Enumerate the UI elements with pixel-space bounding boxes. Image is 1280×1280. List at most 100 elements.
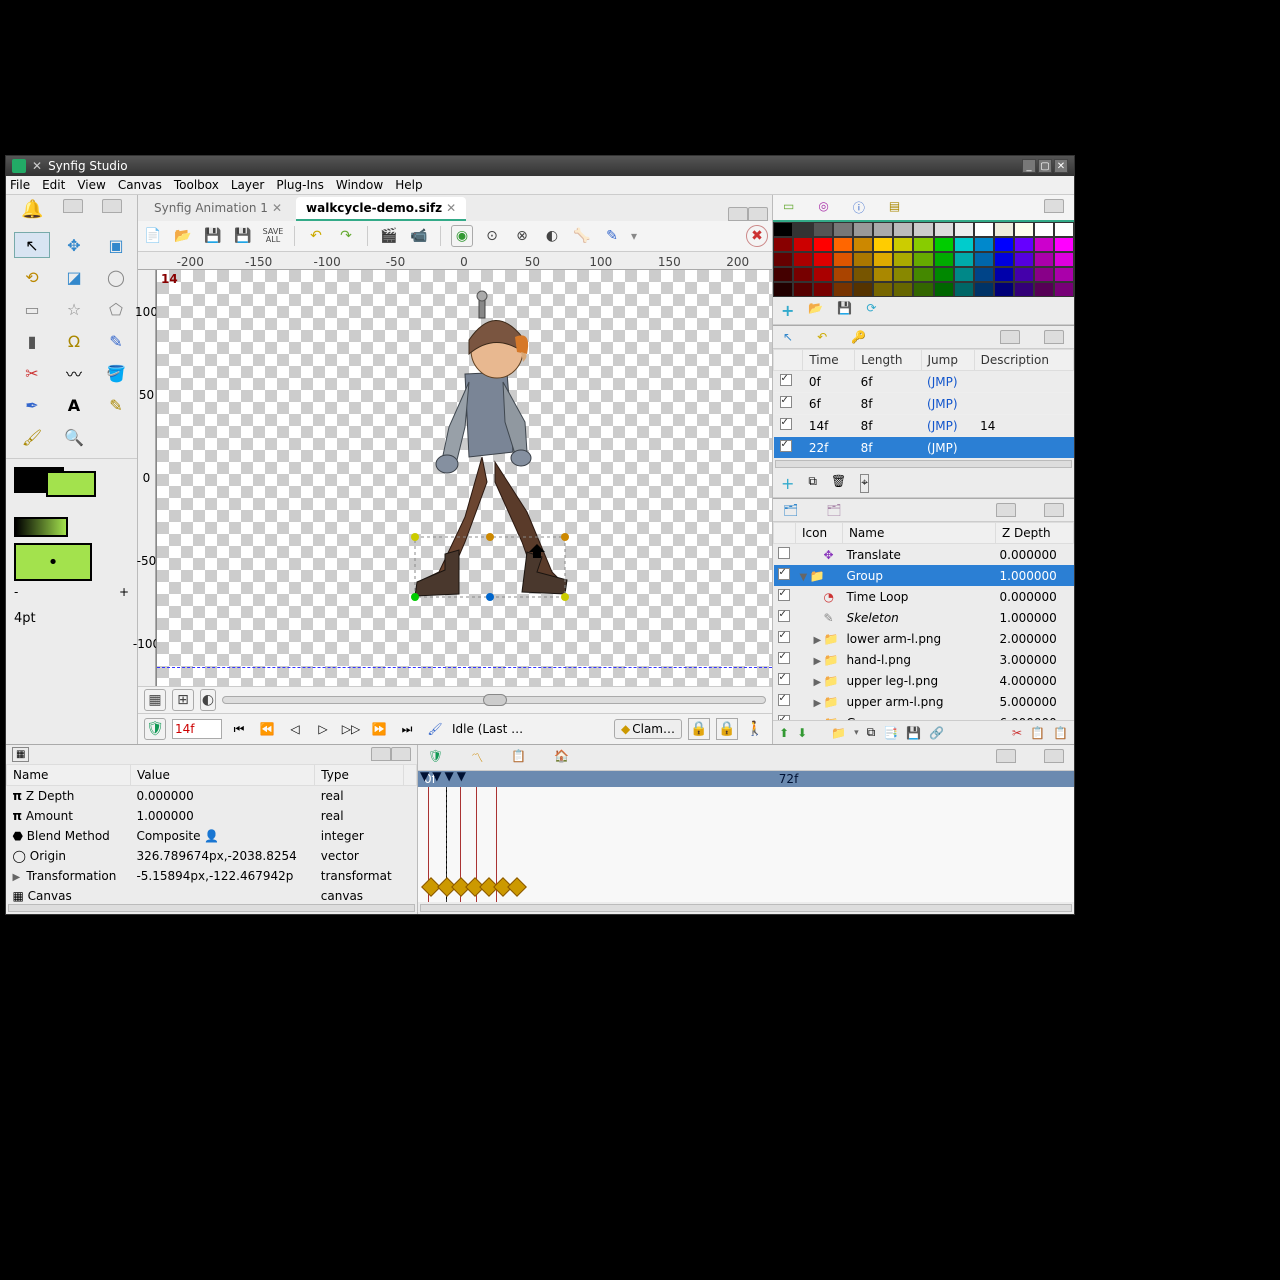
palette-swatch[interactable] xyxy=(893,252,913,267)
menu-toolbox[interactable]: Toolbox xyxy=(174,178,219,192)
layer-visible-checkbox[interactable] xyxy=(778,610,790,622)
compass-icon[interactable]: ◎ xyxy=(818,199,828,216)
keyframe-checkbox[interactable] xyxy=(780,374,792,386)
palette-swatch[interactable] xyxy=(853,267,873,282)
snap-icon[interactable]: ⊞ xyxy=(172,689,194,711)
step-fwd-icon[interactable]: ▷▷ xyxy=(340,718,362,740)
palette-swatch[interactable] xyxy=(1054,252,1074,267)
layer-visible-checkbox[interactable] xyxy=(778,715,790,720)
size-increase[interactable]: + xyxy=(119,585,129,599)
param-row[interactable]: ▶ Transformation-5.15894px,-122.467942pt… xyxy=(7,866,417,886)
layer-row[interactable]: ▶📁 Group6.000000 xyxy=(774,712,1074,720)
palette-swatch[interactable] xyxy=(934,282,954,297)
sketch-tool[interactable]: ✎ xyxy=(98,392,134,418)
step-back-icon[interactable]: ◁ xyxy=(284,718,306,740)
star-tool[interactable]: ☆ xyxy=(56,296,92,322)
dock-tab[interactable] xyxy=(996,749,1016,763)
palette-swatch[interactable] xyxy=(853,282,873,297)
menu-file[interactable]: File xyxy=(10,178,30,192)
layer-row[interactable]: ◔ Time Loop0.000000 xyxy=(774,586,1074,607)
group-layer-icon[interactable]: ⧉ xyxy=(867,725,876,740)
palette-swatch[interactable] xyxy=(793,252,813,267)
palette-swatch[interactable] xyxy=(833,237,853,252)
palette-swatch[interactable] xyxy=(954,252,974,267)
dock-tab[interactable] xyxy=(728,207,748,221)
text-tool[interactable]: A xyxy=(56,392,92,418)
layer-row[interactable]: ▶📁 upper leg-l.png4.000000 xyxy=(774,670,1074,691)
sets-tab-icon[interactable]: 🗂 xyxy=(826,503,841,517)
fill-tool[interactable]: 🪣 xyxy=(98,360,134,386)
keyframe-row[interactable]: 6f8f(JMP) xyxy=(774,393,1074,415)
params-tab-icon[interactable]: ▦ xyxy=(12,747,29,762)
palette-swatch[interactable] xyxy=(873,252,893,267)
menu-layer[interactable]: Layer xyxy=(231,178,264,192)
rotate-tool[interactable]: ⟲ xyxy=(14,264,50,290)
arrow-tab-icon[interactable]: ↖ xyxy=(783,330,793,344)
palette-tab-icon[interactable]: ▭ xyxy=(783,199,794,216)
render-icon[interactable]: 🎬 xyxy=(378,225,400,247)
dock-tab[interactable] xyxy=(1000,330,1020,344)
spline-tool[interactable]: Ω xyxy=(56,328,92,354)
palette-swatch[interactable] xyxy=(793,237,813,252)
layer-visible-checkbox[interactable] xyxy=(778,631,790,643)
palette-swatch[interactable] xyxy=(934,267,954,282)
tab-walkcycle[interactable]: walkcycle-demo.sifz✕ xyxy=(296,197,466,221)
onion1-icon[interactable]: ◉ xyxy=(451,225,473,247)
copy-layer-icon[interactable]: 📋 xyxy=(1030,726,1045,740)
size-decrease[interactable]: - xyxy=(14,585,18,599)
col-length[interactable]: Length xyxy=(855,350,921,371)
dock-tab[interactable] xyxy=(371,747,391,761)
minimize-button[interactable]: _ xyxy=(1022,159,1036,173)
scale-tool[interactable]: ▣ xyxy=(98,232,134,258)
zoom-slider[interactable] xyxy=(222,696,766,704)
link-layer-icon[interactable]: 🔗 xyxy=(929,726,944,740)
col-name[interactable]: Name xyxy=(7,765,131,786)
open-icon[interactable]: 📂 xyxy=(172,225,194,247)
mirror-tool[interactable]: ◪ xyxy=(56,264,92,290)
dock-tab[interactable] xyxy=(1044,749,1064,763)
palette-swatch[interactable] xyxy=(773,237,793,252)
toolbox-tab-icon[interactable]: 🔔 xyxy=(21,199,43,220)
save-palette-icon[interactable]: 💾 xyxy=(837,301,852,320)
layer-visible-checkbox[interactable] xyxy=(778,589,790,601)
lower-layer-icon[interactable]: ⬇ xyxy=(797,726,807,740)
layer-row[interactable]: ▶📁 lower arm-l.png2.000000 xyxy=(774,628,1074,649)
meta-icon[interactable]: ▤ xyxy=(889,199,900,216)
palette-swatch[interactable] xyxy=(833,282,853,297)
col-value[interactable]: Value xyxy=(130,765,314,786)
palette-swatch[interactable] xyxy=(893,222,913,237)
waypoint[interactable] xyxy=(507,877,527,897)
palette-swatch[interactable] xyxy=(974,222,994,237)
close-canvas-icon[interactable]: ✖ xyxy=(746,225,768,247)
palette-swatch[interactable] xyxy=(813,267,833,282)
skeleton-icon[interactable]: 🦴 xyxy=(571,225,593,247)
open-palette-icon[interactable]: 📂 xyxy=(808,301,823,320)
layer-row[interactable]: ✥ Translate0.000000 xyxy=(774,544,1074,566)
palette-swatch[interactable] xyxy=(1054,282,1074,297)
cutout-tool[interactable]: ✂ xyxy=(14,360,50,386)
children-tab-icon[interactable]: 📋 xyxy=(511,749,526,766)
palette-swatch[interactable] xyxy=(793,282,813,297)
palette-swatch[interactable] xyxy=(954,237,974,252)
palette-swatch[interactable] xyxy=(913,222,933,237)
layer-visible-checkbox[interactable] xyxy=(778,568,790,580)
palette-swatch[interactable] xyxy=(994,267,1014,282)
keyframe-checkbox[interactable] xyxy=(780,418,792,430)
dock-tab[interactable] xyxy=(102,199,122,213)
props-keyframe-icon[interactable]: ⌖ xyxy=(860,474,869,493)
lock-past-icon[interactable]: 🔒 xyxy=(688,718,710,740)
canvas[interactable]: 14 xyxy=(156,270,772,686)
layer-visible-checkbox[interactable] xyxy=(778,694,790,706)
seek-next-key-icon[interactable]: ⏩ xyxy=(368,718,390,740)
rectangle-tool[interactable]: ▭ xyxy=(14,296,50,322)
zoom-slider-handle[interactable]: ◐ xyxy=(200,689,216,711)
palette-swatch[interactable] xyxy=(793,267,813,282)
horizontal-guide[interactable] xyxy=(157,667,772,668)
saveall-icon[interactable]: SAVEALL xyxy=(262,225,284,247)
smooth-move-tool[interactable]: ✥ xyxy=(56,232,92,258)
menu-view[interactable]: View xyxy=(77,178,105,192)
maximize-button[interactable]: ▢ xyxy=(1038,159,1052,173)
draw-tool[interactable]: ✎ xyxy=(98,328,134,354)
layer-row[interactable]: ▼📁 Group1.000000 xyxy=(774,565,1074,586)
palette-swatch[interactable] xyxy=(1014,252,1034,267)
